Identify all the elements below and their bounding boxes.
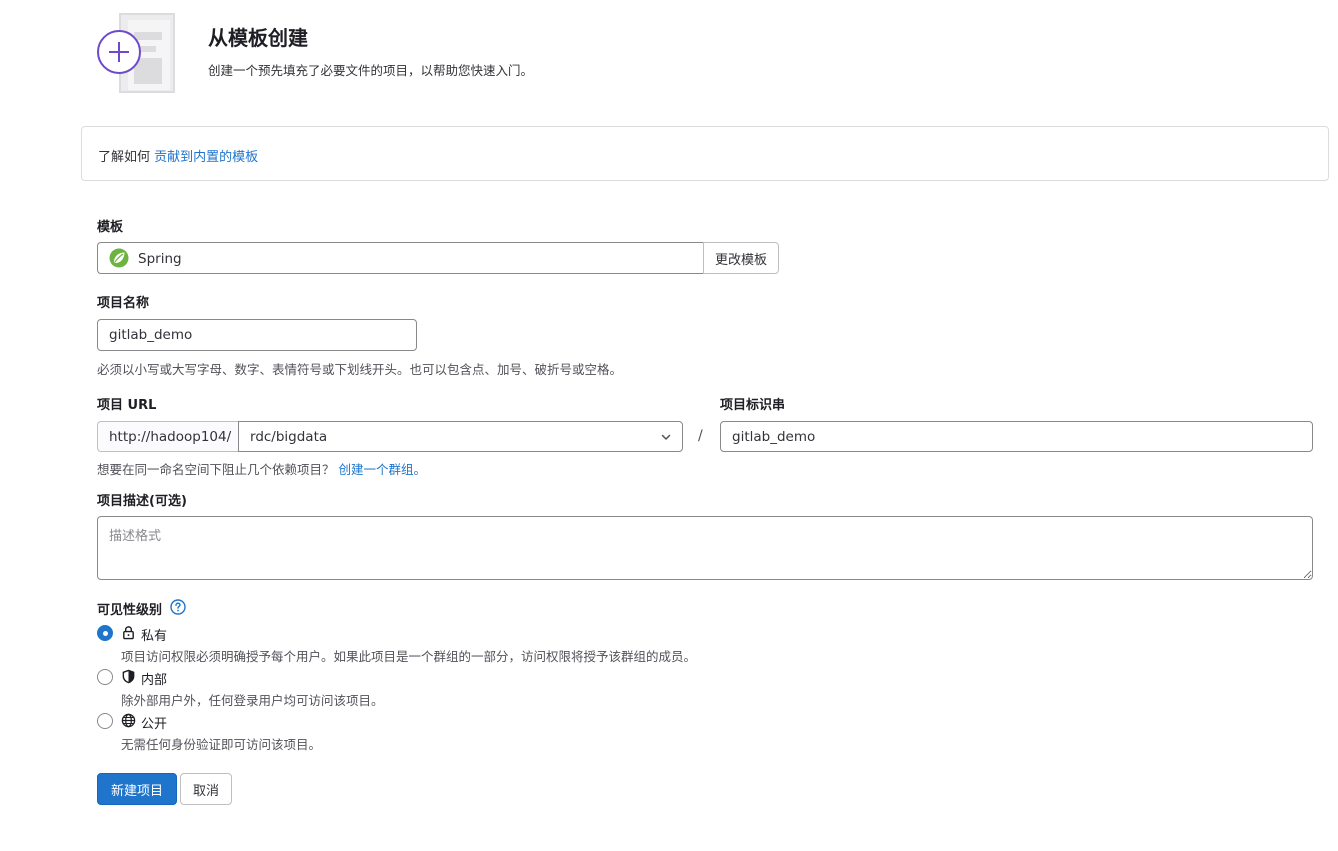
visibility-private-label: 私有 — [141, 629, 168, 644]
lock-icon — [123, 626, 134, 640]
project-slug-input[interactable] — [720, 421, 1313, 452]
page-header: 从模板创建 创建一个预先填充了必要文件的项目，以帮助您快速入门。 — [96, 12, 696, 94]
template-info-alert: 了解如何 贡献到内置的模板 — [81, 126, 1329, 181]
visibility-public-description: 无需任何身份验证即可访问该项目。 — [121, 737, 322, 752]
namespace-value: rdc/bigdata — [250, 429, 328, 445]
question-circle-icon[interactable] — [170, 599, 186, 615]
visibility-public-radio[interactable] — [97, 713, 113, 729]
namespace-select[interactable]: rdc/bigdata — [238, 421, 683, 452]
project-slug-label: 项目标识串 — [720, 398, 786, 413]
project-url-help: 想要在同一命名空间下阻止几个依赖项目？ 创建一个群组。 — [97, 459, 426, 478]
project-url-help-text: 想要在同一命名空间下阻止几个依赖项目？ — [97, 462, 335, 477]
globe-icon — [121, 713, 136, 728]
selected-template-name: Spring — [138, 251, 182, 267]
info-prefix: 了解如何 — [98, 150, 151, 165]
contribute-templates-link[interactable]: 贡献到内置的模板 — [154, 150, 258, 165]
spring-leaf-icon — [109, 248, 129, 268]
project-name-label: 项目名称 — [97, 296, 150, 311]
project-name-input[interactable] — [97, 319, 417, 351]
project-url-prefix: http://hadoop104/ — [97, 421, 239, 452]
template-illustration-icon — [97, 13, 175, 93]
description-textarea[interactable] — [97, 516, 1313, 580]
template-label: 模板 — [97, 220, 124, 235]
visibility-private-description: 项目访问权限必须明确授予每个用户。如果此项目是一个群组的一部分，访问权限将授予该… — [121, 649, 697, 664]
cancel-button[interactable]: 取消 — [180, 773, 232, 805]
visibility-private-radio[interactable] — [97, 625, 113, 641]
visibility-internal-radio[interactable] — [97, 669, 113, 685]
page-subtitle: 创建一个预先填充了必要文件的项目，以帮助您快速入门。 — [208, 63, 534, 78]
create-group-link[interactable]: 创建一个群组。 — [339, 462, 427, 477]
change-template-button[interactable]: 更改模板 — [703, 242, 779, 274]
visibility-internal-description: 除外部用户外，任何登录用户均可访问该项目。 — [121, 693, 384, 708]
shield-icon — [122, 669, 135, 684]
url-prefix-text: http://hadoop104/ — [109, 429, 232, 445]
chevron-down-icon — [661, 434, 671, 440]
description-label: 项目描述(可选) — [97, 494, 187, 509]
visibility-public-label: 公开 — [141, 717, 168, 732]
visibility-label: 可见性级别 — [97, 603, 163, 618]
info-text: 了解如何 贡献到内置的模板 — [98, 146, 258, 165]
project-name-help: 必须以小写或大写字母、数字、表情符号或下划线开头。也可以包含点、加号、破折号或空… — [97, 362, 623, 377]
selected-template-field: Spring — [97, 242, 704, 274]
page-title: 从模板创建 — [208, 26, 308, 50]
visibility-internal-label: 内部 — [141, 673, 168, 688]
create-project-button[interactable]: 新建项目 — [97, 773, 177, 805]
project-url-label: 项目 URL — [97, 398, 157, 413]
url-separator: / — [698, 428, 703, 444]
